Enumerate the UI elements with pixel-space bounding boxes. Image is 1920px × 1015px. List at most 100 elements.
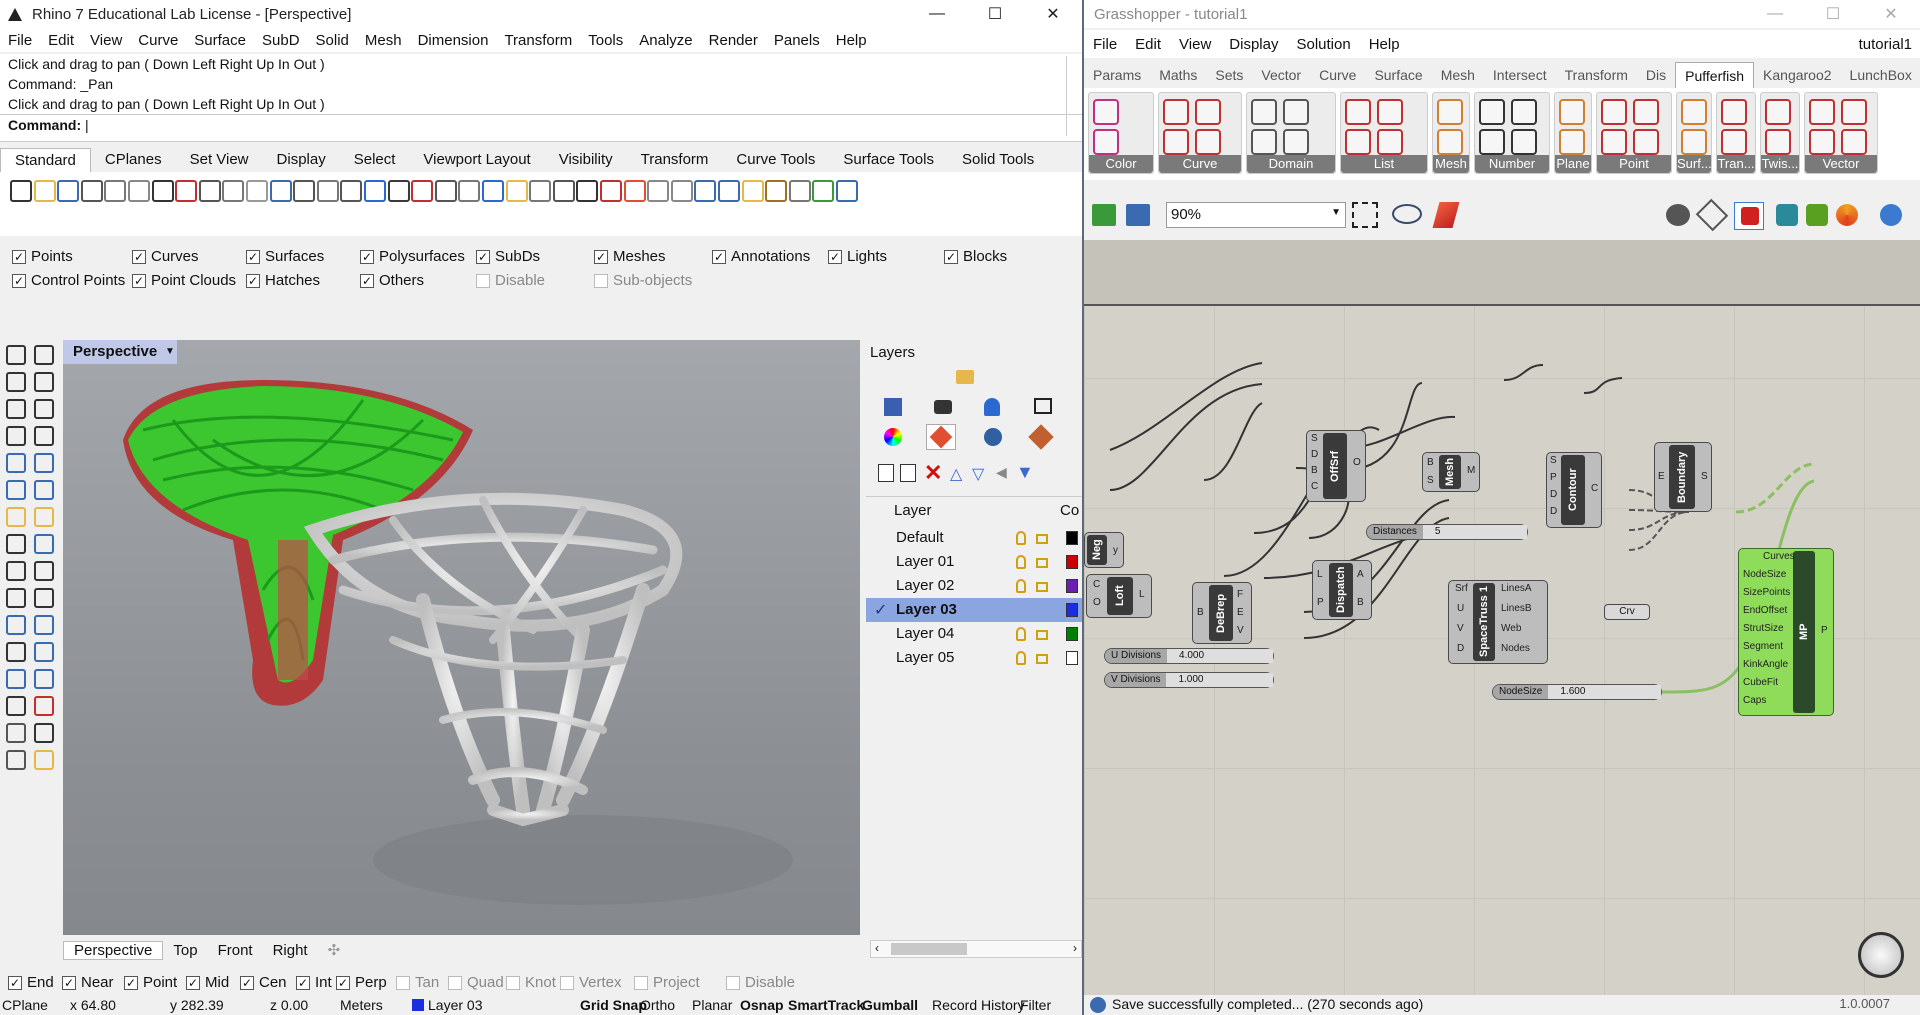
tab-visibility[interactable]: Visibility: [545, 148, 627, 172]
filter-disable[interactable]: Disable: [476, 272, 545, 289]
osnap-quad[interactable]: Quad: [448, 974, 504, 991]
layer-row[interactable]: Layer 05: [866, 646, 1082, 670]
gh-group-label[interactable]: Number: [1475, 155, 1549, 173]
gh-group-label[interactable]: Twis...: [1761, 155, 1799, 173]
filter-annotations[interactable]: ✓ Annotations: [712, 248, 810, 265]
component-icon[interactable]: [1163, 129, 1189, 155]
side-tool-icon[interactable]: [34, 480, 54, 500]
component-icon[interactable]: [1721, 99, 1747, 125]
gh-close-button[interactable]: ✕: [1862, 0, 1920, 28]
current-layer[interactable]: Layer 03: [428, 997, 482, 1013]
bulb-icon[interactable]: [1016, 627, 1026, 641]
viewport-tab-top[interactable]: Top: [163, 942, 207, 959]
filter-icon[interactable]: ▼: [1016, 462, 1034, 483]
contour-component[interactable]: Contour S P D D C: [1546, 452, 1602, 528]
side-tool-icon[interactable]: [34, 399, 54, 419]
toolbar-tool-icon[interactable]: [104, 180, 127, 202]
side-tool-icon[interactable]: [34, 453, 54, 473]
port[interactable]: B: [1357, 597, 1364, 608]
side-tool-icon[interactable]: [6, 480, 26, 500]
component-icon[interactable]: [1681, 99, 1707, 125]
tab-surface-tools[interactable]: Surface Tools: [829, 148, 948, 172]
port[interactable]: L: [1139, 589, 1145, 600]
side-tool-icon[interactable]: [6, 453, 26, 473]
side-tool-icon[interactable]: [6, 534, 26, 554]
menu-render[interactable]: Render: [701, 32, 766, 49]
folder-icon[interactable]: [956, 370, 974, 384]
camera-icon[interactable]: [934, 400, 952, 414]
checkbox[interactable]: ✓: [186, 975, 200, 990]
side-tool-icon[interactable]: [6, 642, 26, 662]
filter-sub-objects[interactable]: Sub-objects: [594, 272, 692, 289]
gh-tab-curve[interactable]: Curve: [1310, 62, 1365, 88]
side-tool-icon[interactable]: [6, 399, 26, 419]
checkbox[interactable]: ✓: [594, 249, 608, 264]
menu-analyze[interactable]: Analyze: [631, 32, 700, 49]
bulb-icon[interactable]: [1016, 651, 1026, 665]
wireframe-preview-icon[interactable]: [1695, 198, 1729, 232]
component-icon[interactable]: [1345, 129, 1371, 155]
component-icon[interactable]: [1765, 99, 1791, 125]
menu-subd[interactable]: SubD: [254, 32, 308, 49]
new-layer-icon[interactable]: [878, 464, 894, 482]
checkbox[interactable]: [448, 975, 462, 990]
osnap-knot[interactable]: Knot: [506, 974, 556, 991]
move-down-icon[interactable]: ▽: [972, 464, 984, 484]
port[interactable]: A: [1357, 569, 1364, 580]
port[interactable]: D: [1550, 489, 1557, 500]
notification-icon[interactable]: [984, 398, 1000, 416]
side-tool-icon[interactable]: [34, 426, 54, 446]
port[interactable]: L: [1317, 569, 1323, 580]
checkbox[interactable]: ✓: [296, 975, 310, 990]
side-tool-icon[interactable]: [34, 507, 54, 527]
component-icon[interactable]: [1633, 129, 1659, 155]
osnap-end[interactable]: ✓ End: [8, 974, 54, 991]
toolbar-tool-icon[interactable]: [812, 180, 835, 202]
menu-dimension[interactable]: Dimension: [410, 32, 497, 49]
component-icon[interactable]: [1511, 129, 1537, 155]
osnap-perp[interactable]: ✓ Perp: [336, 974, 387, 991]
mp-input-port[interactable]: CubeFit: [1743, 677, 1778, 688]
shaded-preview-icon[interactable]: [1734, 202, 1764, 230]
neg-component[interactable]: Neg y: [1084, 532, 1124, 568]
toolbar-tool-icon[interactable]: [576, 180, 599, 202]
side-tool-icon[interactable]: [6, 615, 26, 635]
selected-only-icon[interactable]: [1776, 204, 1798, 226]
port[interactable]: D: [1311, 449, 1318, 460]
mp-component[interactable]: MP Curves NodeSize SizePoints EndOffset Stru…: [1738, 548, 1834, 716]
layer-row[interactable]: Layer 01: [866, 550, 1082, 574]
gh-group-label[interactable]: Surf...: [1677, 155, 1712, 173]
toolbar-tool-icon[interactable]: [33, 180, 56, 202]
tab-standard[interactable]: Standard: [0, 148, 91, 172]
checkbox[interactable]: ✓: [8, 975, 22, 990]
viewport-title[interactable]: Perspective: [63, 340, 163, 364]
port[interactable]: P: [1821, 625, 1828, 636]
tab-curve-tools[interactable]: Curve Tools: [722, 148, 829, 172]
side-tool-icon[interactable]: [6, 669, 26, 689]
loft-component[interactable]: Loft C O L: [1086, 574, 1152, 618]
gh-tab-transform[interactable]: Transform: [1556, 62, 1637, 88]
port[interactable]: D: [1550, 506, 1557, 517]
gh-tab-mesh[interactable]: Mesh: [1432, 62, 1484, 88]
mp-input-port[interactable]: SizePoints: [1743, 587, 1790, 598]
render-icon[interactable]: [984, 428, 1002, 446]
filter-points[interactable]: ✓ Points: [12, 248, 73, 265]
gh-group-label[interactable]: Color: [1089, 155, 1153, 173]
port[interactable]: V: [1237, 625, 1244, 636]
filter-point-clouds[interactable]: ✓ Point Clouds: [132, 272, 236, 289]
filter-subds[interactable]: ✓ SubDs: [476, 248, 540, 265]
osnap-vertex[interactable]: Vertex: [560, 974, 622, 991]
checkbox[interactable]: ✓: [828, 249, 842, 264]
port[interactable]: S: [1701, 471, 1708, 482]
component-icon[interactable]: [1377, 129, 1403, 155]
gh-canvas[interactable]: OffSrf S D B C O Mesh B S M Contour S P …: [1084, 240, 1920, 995]
history-scrollbar[interactable]: [1066, 56, 1080, 136]
viewport-tab-right[interactable]: Right: [263, 942, 318, 959]
status-toggle-osnap[interactable]: Osnap: [740, 997, 784, 1013]
gh-tab-intersect[interactable]: Intersect: [1484, 62, 1556, 88]
toolbar-tool-icon[interactable]: [482, 180, 504, 202]
lock-icon[interactable]: [1036, 558, 1048, 568]
mp-input-port[interactable]: EndOffset: [1743, 605, 1787, 616]
crv-parameter[interactable]: Crv: [1604, 604, 1650, 620]
layer-color-swatch[interactable]: [1066, 579, 1078, 593]
